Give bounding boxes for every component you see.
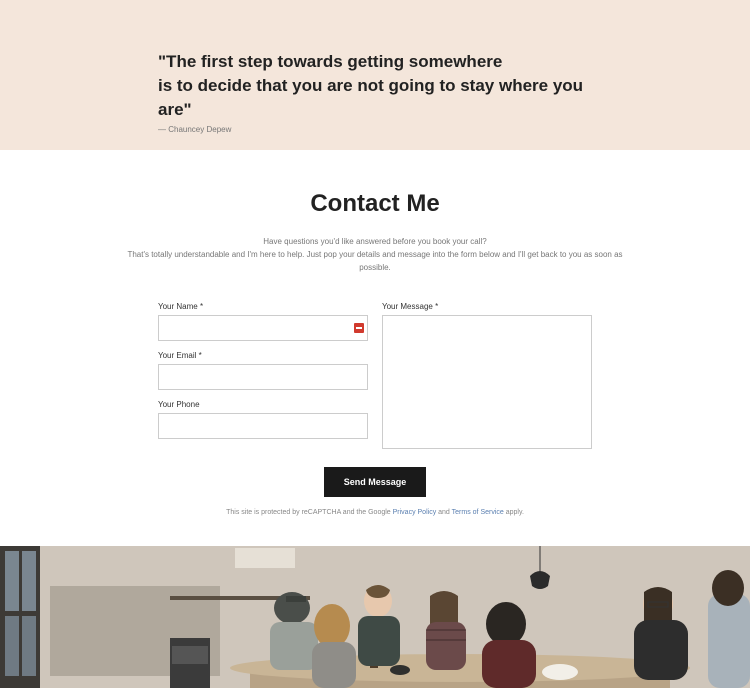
email-label: Your Email * (158, 351, 368, 360)
email-input[interactable] (158, 364, 368, 390)
phone-input[interactable] (158, 413, 368, 439)
phone-label: Your Phone (158, 400, 368, 409)
quote-line-1: "The first step towards getting somewher… (158, 52, 502, 71)
legal-prefix: This site is protected by reCAPTCHA and … (226, 509, 393, 516)
email-field-group: Your Email * (158, 351, 368, 390)
quote-author: — Chauncey Depew (158, 125, 592, 134)
hero-photo (0, 546, 750, 688)
legal-and: and (436, 509, 451, 516)
privacy-policy-link[interactable]: Privacy Policy (393, 509, 437, 516)
contact-title: Contact Me (0, 190, 750, 218)
contact-section: Contact Me Have questions you'd like ans… (0, 150, 750, 546)
send-message-button[interactable]: Send Message (324, 467, 427, 497)
name-input[interactable] (158, 315, 368, 341)
phone-field-group: Your Phone (158, 400, 368, 439)
contact-form: Your Name * Your Email * Your Phone (158, 302, 592, 516)
message-textarea[interactable] (382, 315, 592, 449)
quote-line-2: is to decide that you are not going to s… (158, 76, 583, 119)
quote-section: "The first step towards getting somewher… (0, 0, 750, 150)
message-field-group: Your Message * (382, 302, 592, 449)
quote-text: "The first step towards getting somewher… (158, 50, 592, 121)
recaptcha-note: This site is protected by reCAPTCHA and … (158, 509, 592, 516)
legal-suffix: apply. (504, 509, 524, 516)
name-field-group: Your Name * (158, 302, 368, 341)
contact-sub-line-1: Have questions you'd like answered befor… (263, 237, 486, 246)
contact-subtitle: Have questions you'd like answered befor… (125, 236, 625, 274)
contact-sub-line-2: That's totally understandable and I'm he… (127, 250, 622, 272)
autofill-icon[interactable] (354, 323, 364, 333)
name-label: Your Name * (158, 302, 368, 311)
message-label: Your Message * (382, 302, 592, 311)
terms-of-service-link[interactable]: Terms of Service (452, 509, 504, 516)
